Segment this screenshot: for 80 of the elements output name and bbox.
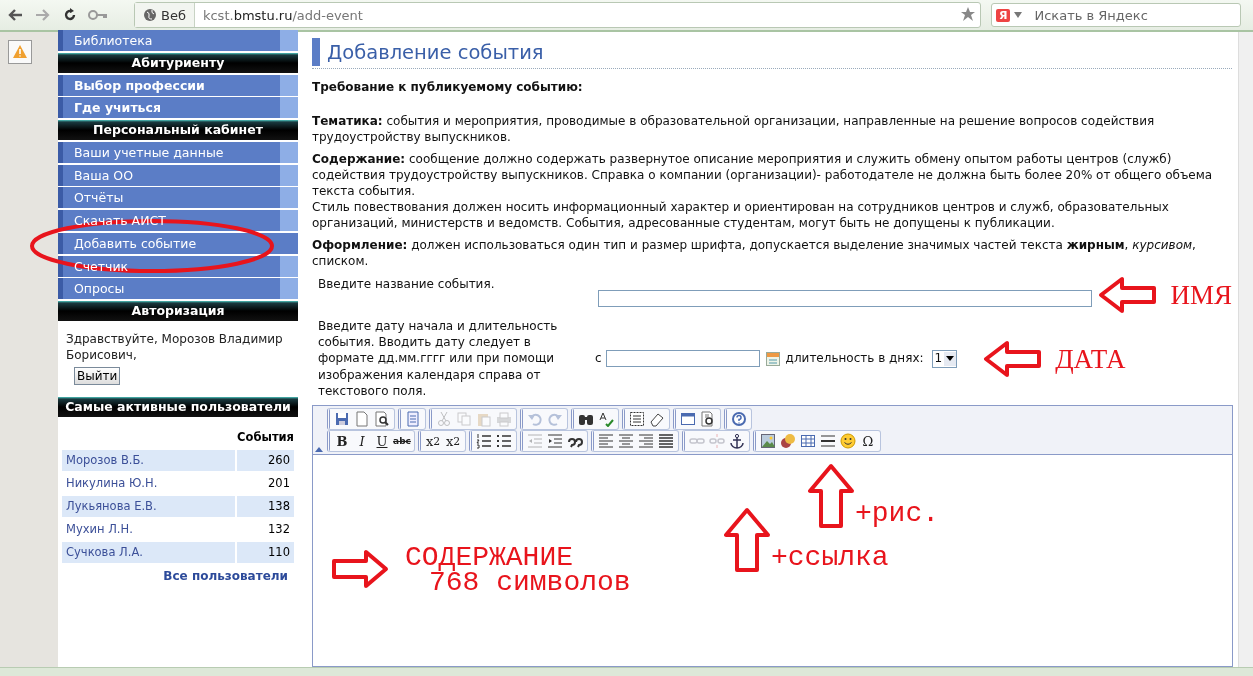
annotation-text: +рис. (855, 501, 939, 527)
annotation-text: +ссылка (771, 545, 889, 571)
scrollbar[interactable] (1238, 32, 1253, 667)
table-cell: 110 (237, 541, 294, 563)
annotation-text: СОДЕРЖАНИЕ (405, 545, 575, 571)
toolbar-button[interactable]: Ω (859, 432, 877, 451)
annotation-text: ДАТА (1055, 343, 1126, 374)
calendar-icon[interactable] (765, 351, 780, 366)
section-header: Персональный кабинет (58, 120, 298, 141)
user-link[interactable]: Мухин Л.Н. (62, 518, 236, 540)
star-icon[interactable] (960, 6, 976, 22)
reload-icon[interactable] (62, 7, 78, 23)
section-header: Абитуриенту (58, 52, 298, 73)
select-all-icon[interactable] (628, 410, 646, 429)
field-label: Введите название события. (317, 276, 496, 293)
all-users-link[interactable]: Все пользователи (163, 568, 288, 583)
annotation-text: ИМЯ (1170, 280, 1232, 311)
url-text: kcst.bmstu.ru/add-event (201, 7, 363, 23)
user-link[interactable]: Сучкова Л.А. (62, 541, 236, 563)
arrow-drawing (723, 507, 771, 574)
duration-select[interactable]: 1 (931, 349, 958, 368)
menu-item[interactable]: Отчёты (58, 187, 298, 209)
back-icon[interactable] (6, 7, 24, 23)
toolbar-button[interactable]: abc (393, 432, 411, 451)
arrow-drawing (331, 549, 389, 590)
table-cell: 260 (237, 449, 294, 471)
key-icon[interactable] (88, 9, 108, 21)
menu-item[interactable]: Ваша ОО (58, 164, 298, 186)
section-header: Авторизация (58, 300, 298, 321)
greeting-text: Здравствуйте, Морозов Владимир Борисович, (65, 330, 284, 364)
section-header: Самые активные пользователи (58, 396, 298, 417)
preview-icon[interactable] (373, 410, 391, 429)
search-field[interactable]: Я Искать в Яндекс (991, 3, 1241, 27)
toolbar-button[interactable]: B (333, 432, 351, 451)
text-field[interactable] (598, 289, 1093, 307)
circles-icon[interactable] (779, 432, 797, 451)
menu-item[interactable]: Где учиться (58, 97, 298, 119)
table-cell: 138 (237, 495, 294, 517)
paragraph-text: Стиль повествования должен носить информационный характер и ориентирован на сотрудников центров и служб, образовательных организаций, министерств и ведомств. События, адресованные студентам, могут быть не допущены к публикации. (312, 199, 1170, 232)
arrow-drawing (1098, 276, 1159, 315)
toolbar-button[interactable]: U (373, 432, 391, 451)
caret-icon[interactable] (1014, 12, 1023, 18)
field-label: длительность в днях: (785, 350, 924, 367)
menu-item[interactable]: Выбор профессии (58, 74, 298, 96)
date-field[interactable] (605, 350, 760, 368)
requirements-heading: Требование к публикуемому событию: (312, 79, 584, 96)
user-link[interactable]: Никулина Ю.Н. (62, 472, 236, 494)
site-info-button[interactable]: Веб (135, 3, 195, 27)
user-link[interactable]: Морозов В.Б. (62, 449, 236, 471)
table-cell-text: 132 (267, 521, 291, 539)
yandex-badge: Я (996, 8, 1011, 22)
paragraph-text: Содержание: сообщение должно содержать развернутое описание мероприятия и служить обмену опытом работы центров (служб) содействия трудоустройству выпускников. Справка о компании (организации)- работодателе не должна быть более 20% от общего объема текста события. (312, 150, 1214, 200)
paragraph-text: Оформление: должен использоваться один тип и размер шрифта, допускается выделение значимых частей текста жирным, курсивом, списком. (312, 236, 1197, 270)
logout-button[interactable]: Выйти (74, 366, 121, 385)
smiley-icon[interactable] (839, 432, 857, 451)
field-label: Введите дату начала и длительность события. Вводить дату следует в формате дд.мм.гггг или при помощи изображения календаря справа от текстового поля. (317, 318, 559, 400)
arrow-drawing (983, 339, 1044, 378)
justify-icon[interactable] (657, 432, 675, 451)
column-header: События (237, 429, 294, 447)
user-link[interactable]: Лукьянова Е.В. (62, 495, 236, 517)
annotation-text: 768 символов (429, 570, 631, 596)
warning-icon[interactable] (8, 40, 32, 64)
address-bar[interactable]: Веб kcst.bmstu.ru/add-event (134, 2, 981, 28)
arrow-drawing (807, 463, 855, 530)
table-cell-text: 201 (267, 475, 291, 493)
menu-item[interactable]: Библиотека (58, 30, 298, 51)
numbered-list-icon[interactable] (475, 432, 493, 451)
toolbar-button[interactable]: I (353, 432, 371, 451)
globe-icon (143, 8, 157, 22)
spellcheck-icon[interactable] (597, 410, 615, 429)
menu-item[interactable]: Опросы (58, 278, 298, 300)
anchor-icon[interactable] (728, 432, 746, 451)
menu-item[interactable]: Добавить событие (58, 232, 298, 254)
collapse-icon[interactable] (315, 447, 323, 453)
dropdown-icon[interactable] (946, 356, 955, 362)
field-label: с (595, 350, 602, 367)
paragraph-text: Тематика: события и мероприятия, проводимые в образовательной организации, направленные на решение вопросов содействия трудоустройству выпускников. (312, 113, 1156, 146)
help-icon[interactable] (730, 410, 748, 429)
image-icon[interactable] (759, 432, 777, 451)
menu-item[interactable]: Ваши учетные данные (58, 142, 298, 164)
